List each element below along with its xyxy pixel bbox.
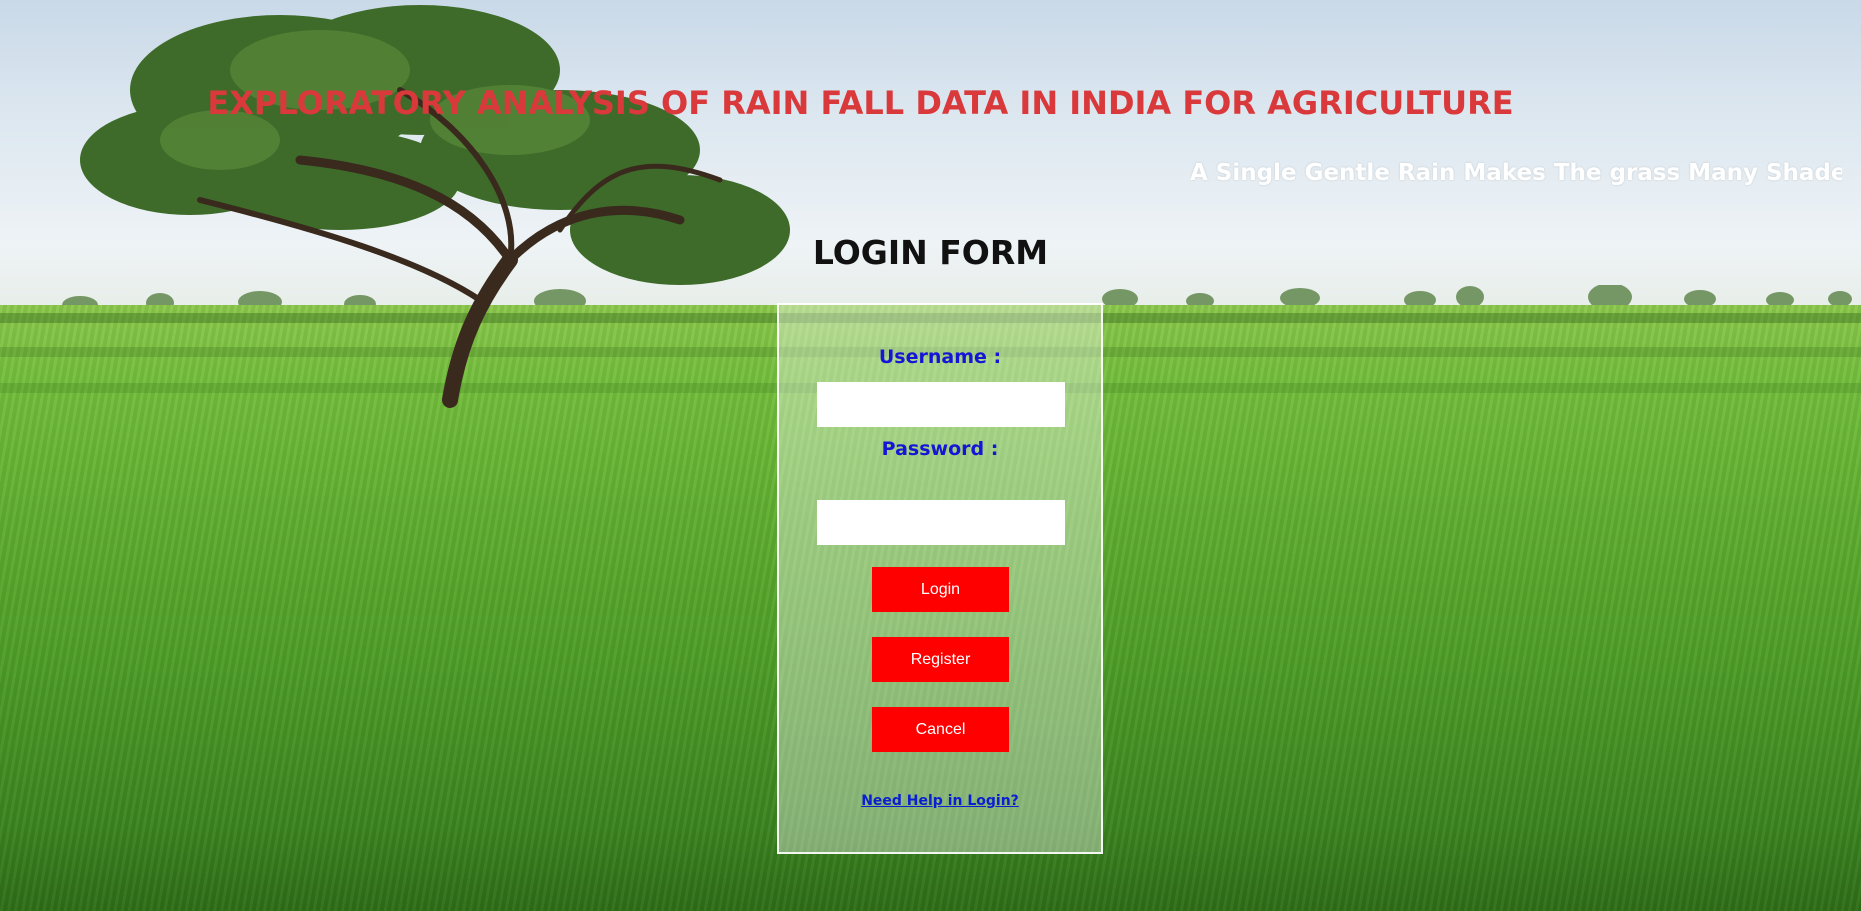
login-form-heading: LOGIN FORM	[812, 233, 1049, 272]
page-background: EXPLORATORY ANALYSIS OF RAIN FALL DATA I…	[0, 0, 1861, 911]
register-button[interactable]: Register	[872, 637, 1009, 682]
password-input[interactable]	[817, 500, 1065, 545]
need-help-link[interactable]: Need Help in Login?	[779, 793, 1101, 809]
tree-illustration	[80, 5, 790, 408]
password-label: Password :	[881, 438, 999, 460]
login-form: Username : Password : Login Register Can…	[777, 303, 1103, 854]
page-title: EXPLORATORY ANALYSIS OF RAIN FALL DATA I…	[207, 84, 1514, 122]
username-label: Username :	[878, 346, 1002, 368]
login-button[interactable]: Login	[872, 567, 1009, 612]
username-input[interactable]	[817, 382, 1065, 427]
scrolling-tagline: A Single Gentle Rain Makes The grass Man…	[1190, 160, 1842, 194]
cancel-button[interactable]: Cancel	[872, 707, 1009, 752]
tagline-text: A Single Gentle Rain Makes The grass Man…	[1190, 160, 1842, 186]
